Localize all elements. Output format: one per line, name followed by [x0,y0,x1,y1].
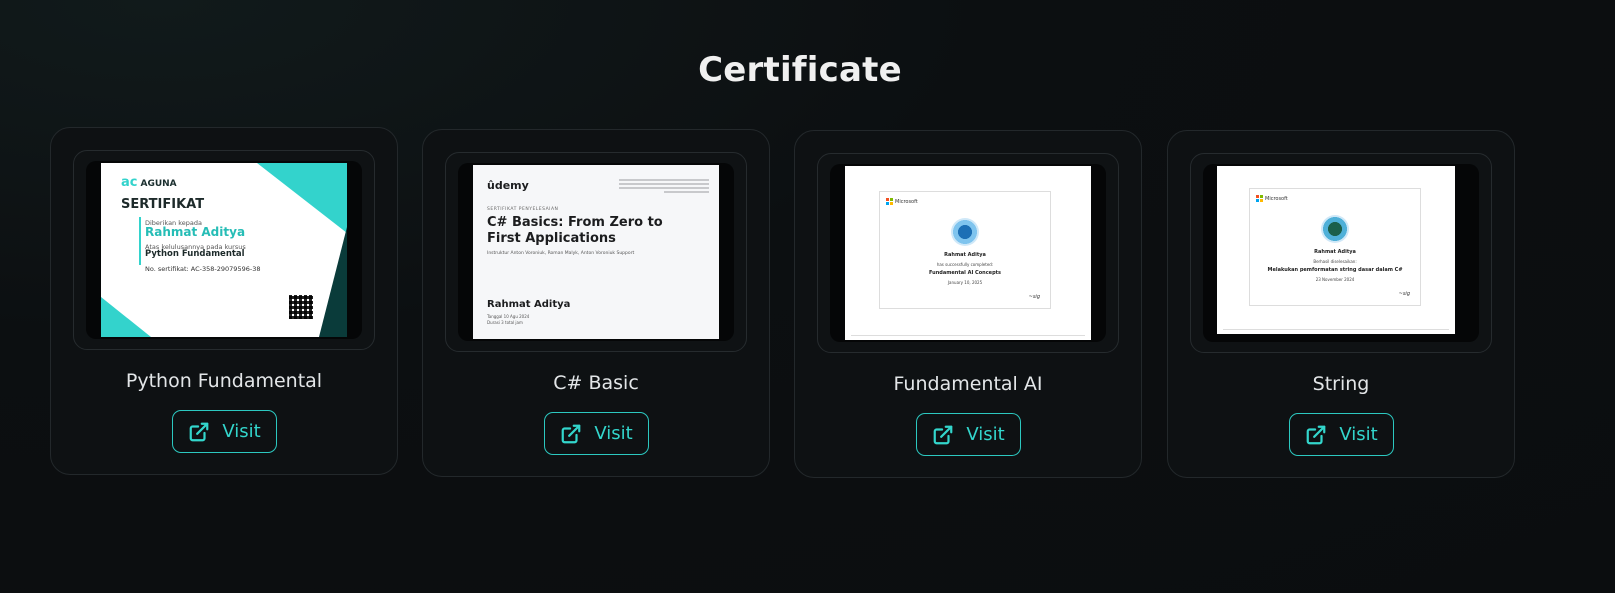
certificate-thumbnail-frame: Microsoft Rahmat Aditya has successfully… [817,153,1119,353]
certificate-thumbnail: ûdemy SERTIFIKAT PENYELESAIAN C# Basics:… [458,163,734,341]
qr-code-icon [289,295,313,319]
cert-course-name: Python Fundamental [145,249,245,259]
certificate-title: String [1312,373,1370,395]
certificate-image-udemy: ûdemy SERTIFIKAT PENYELESAIAN C# Basics:… [473,165,719,339]
cert-recipient-name: Rahmat Aditya [1314,249,1356,255]
certificate-card-string: Microsoft Rahmat Aditya Berhasil diseles… [1167,130,1515,478]
udemy-logo: ûdemy [487,179,529,192]
certificate-card-python: ac AGUNA SERTIFIKAT Diberikan kepada Rahm… [50,127,398,475]
cert-date: January 10, 2025 [947,280,983,285]
microsoft-logo: Microsoft [886,198,918,205]
certificate-thumbnail-frame: ûdemy SERTIFIKAT PENYELESAIAN C# Basics:… [445,152,747,352]
external-link-icon [933,425,953,444]
certificate-card-csharp: ûdemy SERTIFIKAT PENYELESAIAN C# Basics:… [422,129,770,477]
badge-icon [951,218,979,246]
certificate-title: Python Fundamental [125,370,323,392]
certificate-thumbnail: Microsoft Rahmat Aditya Berhasil diseles… [1203,164,1479,342]
certificate-thumbnail-frame: Microsoft Rahmat Aditya Berhasil diseles… [1190,153,1492,353]
cert-number: No. sertifikat: AC-358-29079596-38 [145,265,261,273]
cert-recipient-name: Rahmat Aditya [487,299,571,310]
external-link-icon [1306,425,1326,444]
cert-recipient-name: Rahmat Aditya [944,252,986,258]
visit-label: Visit [1339,424,1378,445]
certificate-image-microsoft: Microsoft Rahmat Aditya has successfully… [845,166,1091,340]
visit-button[interactable]: Visit [916,413,1021,456]
visit-button[interactable]: Visit [544,412,649,455]
external-link-icon [189,422,209,441]
cert-recipient-name: Rahmat Aditya [145,225,246,239]
visit-label: Visit [966,424,1005,445]
certificate-image-microsoft: Microsoft Rahmat Aditya Berhasil diseles… [1217,166,1455,334]
cert-course-name: Fundamental AI Concepts [928,270,1002,276]
certificate-title: C# Basic [553,372,639,394]
certificate-card-fundamental-ai: Microsoft Rahmat Aditya has successfully… [794,130,1142,478]
certificate-thumbnail: ac AGUNA SERTIFIKAT Diberikan kepada Rahm… [86,161,362,339]
cert-instructors: Instruktur Anton Voroniuk, Roman Malyk, … [487,251,635,256]
external-link-icon [561,424,581,443]
section-title: Certificate [698,50,902,90]
certificate-title: Fundamental AI [893,373,1043,395]
cert-date: 23 November 2024 [1315,277,1355,282]
visit-button[interactable]: Visit [172,410,277,453]
microsoft-logo: Microsoft [1256,195,1288,202]
cert-completed-text: Berhasil diselesaikan: [1313,259,1357,264]
visit-button[interactable]: Visit [1289,413,1394,456]
certificate-thumbnail-frame: ac AGUNA SERTIFIKAT Diberikan kepada Rahm… [73,150,375,350]
cert-course-name: C# Basics: From Zero to First Applicatio… [487,215,663,246]
signature-icon: ~sig [1028,294,1040,300]
certificate-image-aguna: ac AGUNA SERTIFIKAT Diberikan kepada Rahm… [101,163,347,337]
cert-course-name: Melakukan pemformatan string dasar dalam… [1267,267,1403,273]
visit-label: Visit [594,423,633,444]
signature-icon: ~sig [1398,291,1410,297]
badge-icon [1321,215,1349,243]
cert-small-heading: SERTIFIKAT PENYELESAIAN [487,207,559,212]
cert-heading: SERTIFIKAT [121,197,205,212]
cert-date: Tanggal 10 Agu 2024 Durasi 3 total jam [487,314,530,325]
visit-label: Visit [222,421,261,442]
cert-completed-text: has successfully completed: [936,262,994,267]
aguna-logo: ac AGUNA [121,175,177,190]
certificate-thumbnail: Microsoft Rahmat Aditya has successfully… [830,164,1106,342]
